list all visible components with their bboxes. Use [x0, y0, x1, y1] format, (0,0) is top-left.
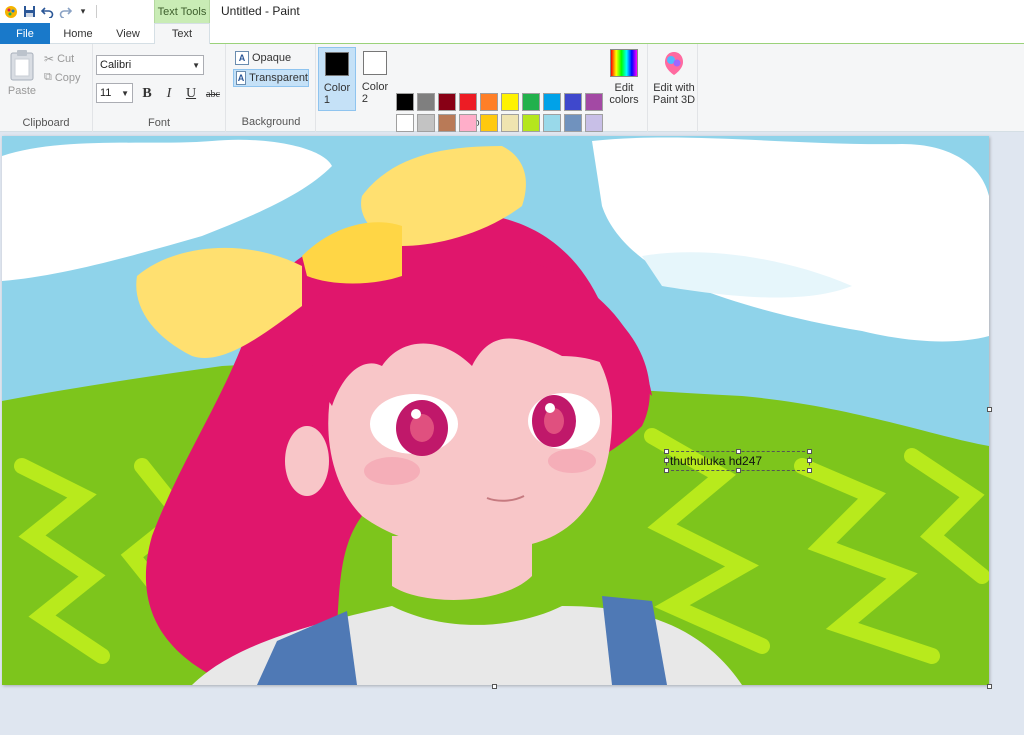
font-group-label: Font — [147, 117, 170, 129]
redo-icon[interactable] — [56, 3, 74, 20]
palette-swatch[interactable] — [522, 114, 540, 132]
cut-label: Cut — [57, 53, 75, 65]
palette-swatch[interactable] — [417, 93, 435, 111]
italic-button[interactable]: I — [159, 84, 179, 104]
palette-swatch[interactable] — [459, 93, 477, 111]
palette-swatch[interactable] — [585, 114, 603, 132]
scissors-icon: ✂ — [44, 52, 55, 66]
clipboard-icon — [10, 50, 34, 81]
canvas-resize-handle-right[interactable] — [987, 407, 992, 412]
text-tools-context-label: Text Tools — [154, 0, 210, 23]
paint-window: ▾ Text Tools Untitled - Paint File Home … — [0, 0, 1024, 735]
transparent-option[interactable]: A Transparent — [233, 69, 309, 87]
palette-swatch[interactable] — [543, 114, 561, 132]
edit-paint3d-label: Edit with Paint 3D — [652, 82, 696, 106]
ribbon: Paste ✂ Cut ⧉ Copy Clipboard Calibri ▼ 1… — [0, 44, 1024, 153]
palette-swatch[interactable] — [417, 114, 435, 132]
title-bar: ▾ Text Tools Untitled - Paint — [0, 0, 1024, 23]
palette-swatch[interactable] — [501, 114, 519, 132]
font-family-value: Calibri — [100, 59, 132, 71]
tab-view[interactable]: View — [108, 23, 148, 44]
resize-handle[interactable] — [736, 449, 741, 454]
resize-handle[interactable] — [664, 458, 669, 463]
palette-swatch[interactable] — [480, 93, 498, 111]
chevron-down-icon: ▼ — [192, 61, 200, 70]
color2-button[interactable]: Color 2 — [356, 47, 394, 111]
text-entry-box[interactable]: thuthuluka hd247 — [664, 449, 812, 473]
paint3d-group: Edit with Paint 3D — [648, 44, 698, 132]
window-title: Untitled - Paint — [221, 4, 300, 18]
color2-label: Color 2 — [361, 81, 389, 105]
qat-divider — [96, 5, 97, 18]
rainbow-icon — [610, 49, 638, 77]
palette-swatch[interactable] — [522, 93, 540, 111]
edit-with-paint3d-button[interactable]: Edit with Paint 3D — [650, 49, 698, 106]
palette-swatch[interactable] — [564, 114, 582, 132]
canvas-resize-handle-corner[interactable] — [987, 684, 992, 689]
canvas-area: thuthuluka hd247 — [0, 132, 1024, 735]
customize-icon[interactable]: ▾ — [74, 3, 92, 20]
opaque-icon: A — [235, 51, 249, 65]
font-family-select[interactable]: Calibri ▼ — [96, 55, 204, 75]
color1-swatch — [325, 52, 349, 76]
copy-button[interactable]: ⧉ Copy — [44, 71, 81, 84]
color1-button[interactable]: Color 1 — [318, 47, 356, 111]
drawing-canvas[interactable]: thuthuluka hd247 — [2, 136, 989, 685]
resize-handle[interactable] — [807, 449, 812, 454]
paint3d-icon — [665, 52, 683, 75]
palette-swatch[interactable] — [543, 93, 561, 111]
background-group-label: Background — [241, 116, 301, 128]
chevron-down-icon: ▼ — [121, 89, 129, 98]
palette-swatch[interactable] — [501, 93, 519, 111]
resize-handle[interactable] — [664, 449, 669, 454]
palette-swatch[interactable] — [564, 93, 582, 111]
artwork-image — [2, 136, 989, 685]
edit-colors-button[interactable]: Edit colors — [606, 49, 642, 106]
quick-access-toolbar: ▾ — [2, 3, 97, 20]
opaque-option[interactable]: A Opaque — [233, 49, 309, 67]
tab-text[interactable]: Text — [154, 23, 210, 45]
transparent-icon: A — [236, 71, 247, 85]
color1-label: Color 1 — [323, 82, 351, 106]
color2-swatch — [363, 51, 387, 75]
transparent-label: Transparent — [249, 72, 308, 84]
palette-swatch[interactable] — [480, 114, 498, 132]
font-group: Calibri ▼ 11 ▼ B I U abc Font — [93, 44, 226, 132]
resize-handle[interactable] — [736, 468, 741, 473]
tab-file[interactable]: File — [0, 23, 50, 44]
bold-button[interactable]: B — [137, 84, 157, 104]
font-size-select[interactable]: 11 ▼ — [96, 83, 133, 103]
clipboard-group: Paste ✂ Cut ⧉ Copy Clipboard — [0, 44, 93, 132]
clipboard-group-label: Clipboard — [22, 117, 70, 129]
paste-button[interactable]: Paste — [6, 49, 38, 97]
edit-colors-label: Edit colors — [609, 82, 639, 106]
cut-button[interactable]: ✂ Cut — [44, 52, 74, 66]
palette-swatch[interactable] — [585, 93, 603, 111]
palette-swatch[interactable] — [459, 114, 477, 132]
palette-swatch[interactable] — [438, 93, 456, 111]
ribbon-tabs: File Home View Text — [0, 23, 1024, 45]
save-icon[interactable] — [20, 3, 38, 20]
resize-handle[interactable] — [664, 468, 669, 473]
copy-label: Copy — [54, 71, 81, 84]
opaque-label: Opaque — [252, 52, 292, 64]
palette-swatch[interactable] — [438, 114, 456, 132]
canvas-resize-handle-bottom[interactable] — [492, 684, 497, 689]
resize-handle[interactable] — [807, 458, 812, 463]
strikethrough-button[interactable]: abc — [203, 84, 223, 104]
resize-handle[interactable] — [807, 468, 812, 473]
palette-swatch[interactable] — [396, 114, 414, 132]
text-entry-content: thuthuluka hd247 — [670, 454, 763, 468]
copy-icon: ⧉ — [44, 71, 52, 83]
undo-icon[interactable] — [38, 3, 56, 20]
font-size-value: 11 — [100, 87, 112, 99]
underline-button[interactable]: U — [181, 84, 201, 104]
tab-home[interactable]: Home — [58, 23, 98, 44]
palette-swatch[interactable] — [396, 93, 414, 111]
paint-app-icon[interactable] — [2, 3, 20, 20]
paste-label: Paste — [7, 85, 37, 97]
